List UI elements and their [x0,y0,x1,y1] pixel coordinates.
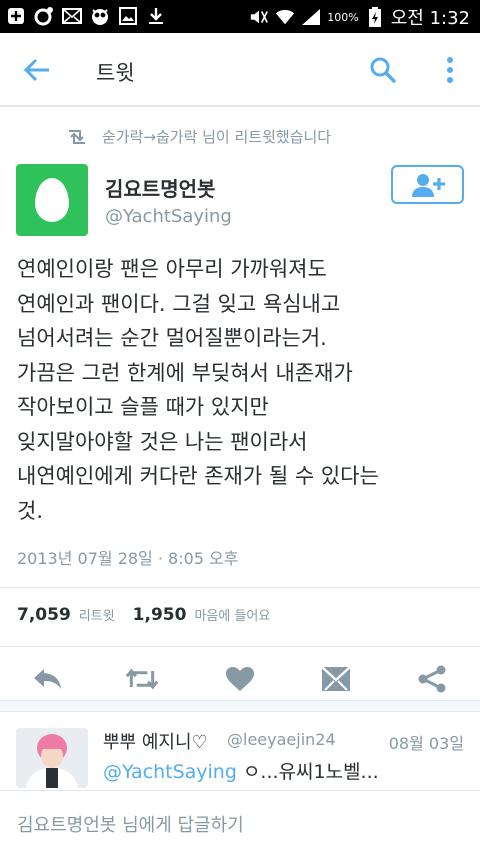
reply-composer-placeholder[interactable]: 김요트명언봇 님에게 답글하기 [17,811,244,837]
tweet-line: 넘어서려는 순간 멀어질뿐이라는거. [17,326,327,350]
dm-icon[interactable] [320,664,352,694]
chat-ring-icon [34,6,54,26]
more-vertical-icon[interactable] [438,53,462,87]
download-icon [146,6,166,26]
battery-icon [365,7,385,27]
retweet-small-icon [69,129,85,144]
mail-icon [62,6,82,26]
search-icon[interactable] [368,55,398,85]
tweet-line: 연예인이랑 팬은 아무리 가까워져도 [17,257,327,281]
tweet-actions [0,660,480,698]
follow-user-icon [411,173,445,197]
author-name[interactable]: 김요트명언봇 [105,173,215,202]
app-bar: 트윗 [0,33,480,107]
retweet-icon[interactable] [126,664,158,694]
reply-author-name[interactable]: 뿌뿌 예지니♡ [103,728,208,754]
retweet-context-text: 숟가락→숩가락 님이 리트윗했습니다 [102,128,332,146]
likes-count[interactable]: 1,950 [133,605,187,625]
reply-icon[interactable] [32,664,64,694]
reply-mention[interactable]: @YachtSaying [103,761,237,783]
tweet-line: 것. [17,498,43,523]
reply-avatar[interactable] [16,728,88,788]
egg-icon [35,178,69,222]
tweet-stats: 7,059 리트윗 1,950 마음에 들어요 [17,605,270,625]
reply-composer[interactable]: 김요트명언봇 님에게 답글하기 [0,790,480,853]
retweets-label[interactable]: 리트윗 [79,605,115,624]
status-bar: 100% 오전 1:32 [0,0,480,33]
mute-icon [249,7,269,27]
reply-date: 08월 03일 [388,734,464,753]
tweet-line: 내연예인에게 커다란 존재가 될 수 있다는 [17,464,379,488]
tweet-line: 잊지말아야할 것은 나는 팬이라서 [17,429,308,454]
follow-button[interactable] [391,165,464,204]
system-status: 100% 오전 1:32 [249,4,470,30]
retweets-count[interactable]: 7,059 [17,605,71,625]
page-title: 트윗 [96,61,135,85]
author-avatar[interactable] [16,164,88,236]
tweet-line: 가끔은 그런 한계에 부딪혀서 내존재가 [17,360,353,385]
reply-body: ㅇ...유씨1노벨... [236,761,379,783]
owl-icon [90,6,110,26]
section-separator [0,700,480,712]
tweet-line: 연예인과 팬이다. 그걸 잊고 욕심내고 [17,291,341,316]
share-icon[interactable] [416,664,448,694]
heart-icon[interactable] [224,664,256,694]
tweet-timestamp: 2013년 07월 28일 · 8:05 오후 [17,549,239,568]
back-arrow-icon[interactable] [22,55,52,85]
tweet-text: 연예인이랑 팬은 아무리 가까워져도 연예인과 팬이다. 그걸 잊고 욕심내고 … [17,252,467,528]
signal-icon [301,7,321,27]
add-box-icon [6,6,26,26]
author-handle[interactable]: @YachtSaying [105,206,232,227]
clock: 오전 1:32 [390,8,470,29]
image-icon [118,6,138,26]
battery-percent: 100% [327,10,359,24]
notification-icons [6,6,166,26]
reply-text: @YachtSaying ㅇ...유씨1노벨... [103,757,379,784]
likes-label[interactable]: 마음에 들어요 [194,605,270,624]
divider [0,587,480,588]
tweet-line: 작아보이고 슬플 때가 있지만 [17,395,269,419]
divider [0,646,480,647]
reply-author-handle[interactable]: @leeyaejin24 [227,730,336,749]
wifi-icon [275,7,295,27]
retweet-context[interactable]: 숟가락→숩가락 님이 리트윗했습니다 [66,126,331,147]
